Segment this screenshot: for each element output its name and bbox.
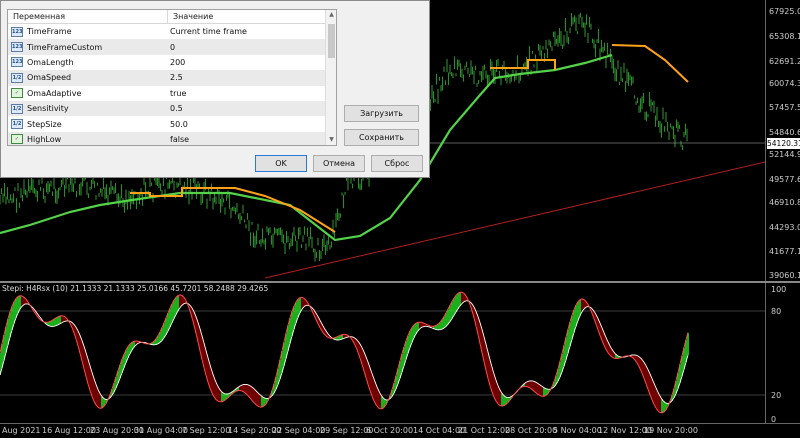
time-axis-label: 7 Sep 12:00	[182, 426, 231, 435]
integer-type-icon: 123	[11, 26, 23, 37]
parameter-name: OmaSpeed	[27, 73, 72, 83]
scroll-up-arrow-icon[interactable]: ▲	[326, 10, 336, 20]
parameter-name-cell: 1/2 StepSize	[8, 119, 168, 130]
parameter-value[interactable]: Current time frame	[168, 27, 336, 36]
boolean-type-icon: ✓	[11, 134, 23, 145]
indicator-parameters-dialog: Переменная Значение 123 TimeFrame Current …	[0, 0, 430, 178]
parameter-value[interactable]: 2.5	[168, 73, 336, 82]
parameter-value[interactable]: 0	[168, 43, 336, 52]
time-axis-label: Aug 2021	[2, 426, 41, 435]
parameter-row-highlow[interactable]: ✓ HighLow false	[8, 131, 336, 145]
parameter-row-omaadaptive[interactable]: ✓ OmaAdaptive true	[8, 86, 336, 101]
column-header-value[interactable]: Значение	[168, 10, 336, 23]
table-header: Переменная Значение	[8, 10, 336, 24]
oscillator-axis-label: 80	[771, 307, 782, 316]
time-axis-label: 16 Aug 12:00	[42, 426, 96, 435]
price-axis-label: 41677.12	[769, 247, 800, 256]
double-type-icon: 1/2	[11, 72, 23, 83]
parameter-row-omaspeed[interactable]: 1/2 OmaSpeed 2.5	[8, 70, 336, 86]
oscillator-axis: 100 80 20 0	[765, 283, 800, 424]
trendline[interactable]	[264, 161, 765, 279]
parameter-rows: 123 TimeFrame Current time frame 123 TimeFra…	[8, 24, 336, 145]
parameter-value[interactable]: 0.5	[168, 104, 336, 113]
parameter-name-cell: 123 TimeFrameCustom	[8, 42, 168, 53]
price-axis-label: 54840.62	[769, 128, 800, 137]
price-axis-label: 52144.96	[769, 150, 800, 159]
parameter-value[interactable]: true	[168, 89, 336, 98]
parameter-name: Sensitivity	[27, 104, 69, 114]
parameter-row-omalength[interactable]: 123 OmaLength 200	[8, 55, 336, 70]
parameter-value[interactable]: false	[168, 135, 336, 144]
parameter-row-stepsize[interactable]: 1/2 StepSize 50.0	[8, 116, 336, 131]
scrollbar-thumb[interactable]	[328, 24, 335, 58]
current-price-badge: 54120.31	[767, 138, 800, 149]
price-axis-label: 49577.62	[769, 175, 800, 184]
price-axis-label: 39060.12	[769, 271, 800, 280]
parameter-name-cell: 123 TimeFrame	[8, 26, 168, 37]
time-axis-label: 21 Oct 12:00	[458, 426, 511, 435]
parameter-name: HighLow	[27, 134, 62, 144]
integer-type-icon: 123	[11, 42, 23, 53]
time-axis-label: 31 Aug 04:00	[134, 426, 188, 435]
time-axis-label: 28 Oct 20:00	[505, 426, 558, 435]
price-axis-label: 60074.38	[769, 79, 800, 88]
parameter-row-timeframe[interactable]: 123 TimeFrame Current time frame	[8, 24, 336, 39]
oscillator-title: Stepi: H4Rsx (10) 21.1333 21.1333 25.016…	[2, 284, 269, 293]
parameter-row-timeframecustom[interactable]: 123 TimeFrameCustom 0	[8, 39, 336, 55]
scroll-down-arrow-icon[interactable]: ▼	[326, 135, 336, 145]
price-axis-label: 57457.50	[769, 103, 800, 112]
oscillator-axis-label: 20	[771, 391, 782, 400]
boolean-type-icon: ✓	[11, 88, 23, 99]
parameter-name-cell: 123 OmaLength	[8, 57, 168, 68]
time-axis-label: 22 Sep 04:00	[272, 426, 326, 435]
price-axis-label: 62691.25	[769, 57, 800, 66]
reset-button[interactable]: Сброс	[371, 155, 423, 172]
time-axis-label: 6 Oct 20:00	[366, 426, 414, 435]
price-axis-label: 44293.00	[769, 223, 800, 232]
parameter-name-cell: 1/2 OmaSpeed	[8, 72, 168, 83]
price-axis-label: 65308.12	[769, 32, 800, 41]
parameter-row-sensitivity[interactable]: 1/2 Sensitivity 0.5	[8, 100, 336, 117]
parameter-name: OmaAdaptive	[27, 88, 82, 98]
save-button[interactable]: Сохранить	[344, 129, 419, 146]
price-axis-label: 46910.88	[769, 198, 800, 207]
parameter-name: TimeFrame	[27, 27, 72, 37]
price-axis-label: 67925.00	[769, 7, 800, 16]
time-axis-label: 19 Nov 20:00	[644, 426, 698, 435]
parameters-table[interactable]: Переменная Значение 123 TimeFrame Current …	[7, 9, 337, 146]
parameter-name-cell: ✓ OmaAdaptive	[8, 88, 168, 99]
oscillator-axis-label: 100	[771, 285, 787, 294]
parameter-name-cell: ✓ HighLow	[8, 134, 168, 145]
oscillator-chart[interactable]	[0, 283, 765, 423]
ok-button[interactable]: OK	[255, 155, 307, 172]
oscillator-signal-line	[0, 300, 689, 404]
parameter-value[interactable]: 200	[168, 58, 336, 67]
parameter-name-cell: 1/2 Sensitivity	[8, 103, 168, 114]
cancel-button[interactable]: Отмена	[313, 155, 365, 172]
double-type-icon: 1/2	[11, 119, 23, 130]
double-type-icon: 1/2	[11, 103, 23, 114]
parameter-name: TimeFrameCustom	[27, 42, 103, 52]
parameter-name: StepSize	[27, 119, 62, 129]
load-button[interactable]: Загрузить	[344, 105, 419, 122]
time-axis-label: 5 Nov 04:00	[553, 426, 602, 435]
integer-type-icon: 123	[11, 57, 23, 68]
parameter-value[interactable]: 50.0	[168, 120, 336, 129]
column-header-variable[interactable]: Переменная	[8, 10, 168, 23]
vertical-scrollbar[interactable]: ▲ ▼	[325, 10, 336, 145]
time-axis: Aug 2021 16 Aug 12:00 23 Aug 20:00 31 Aug 0…	[0, 423, 800, 438]
parameter-name: OmaLength	[27, 57, 74, 67]
